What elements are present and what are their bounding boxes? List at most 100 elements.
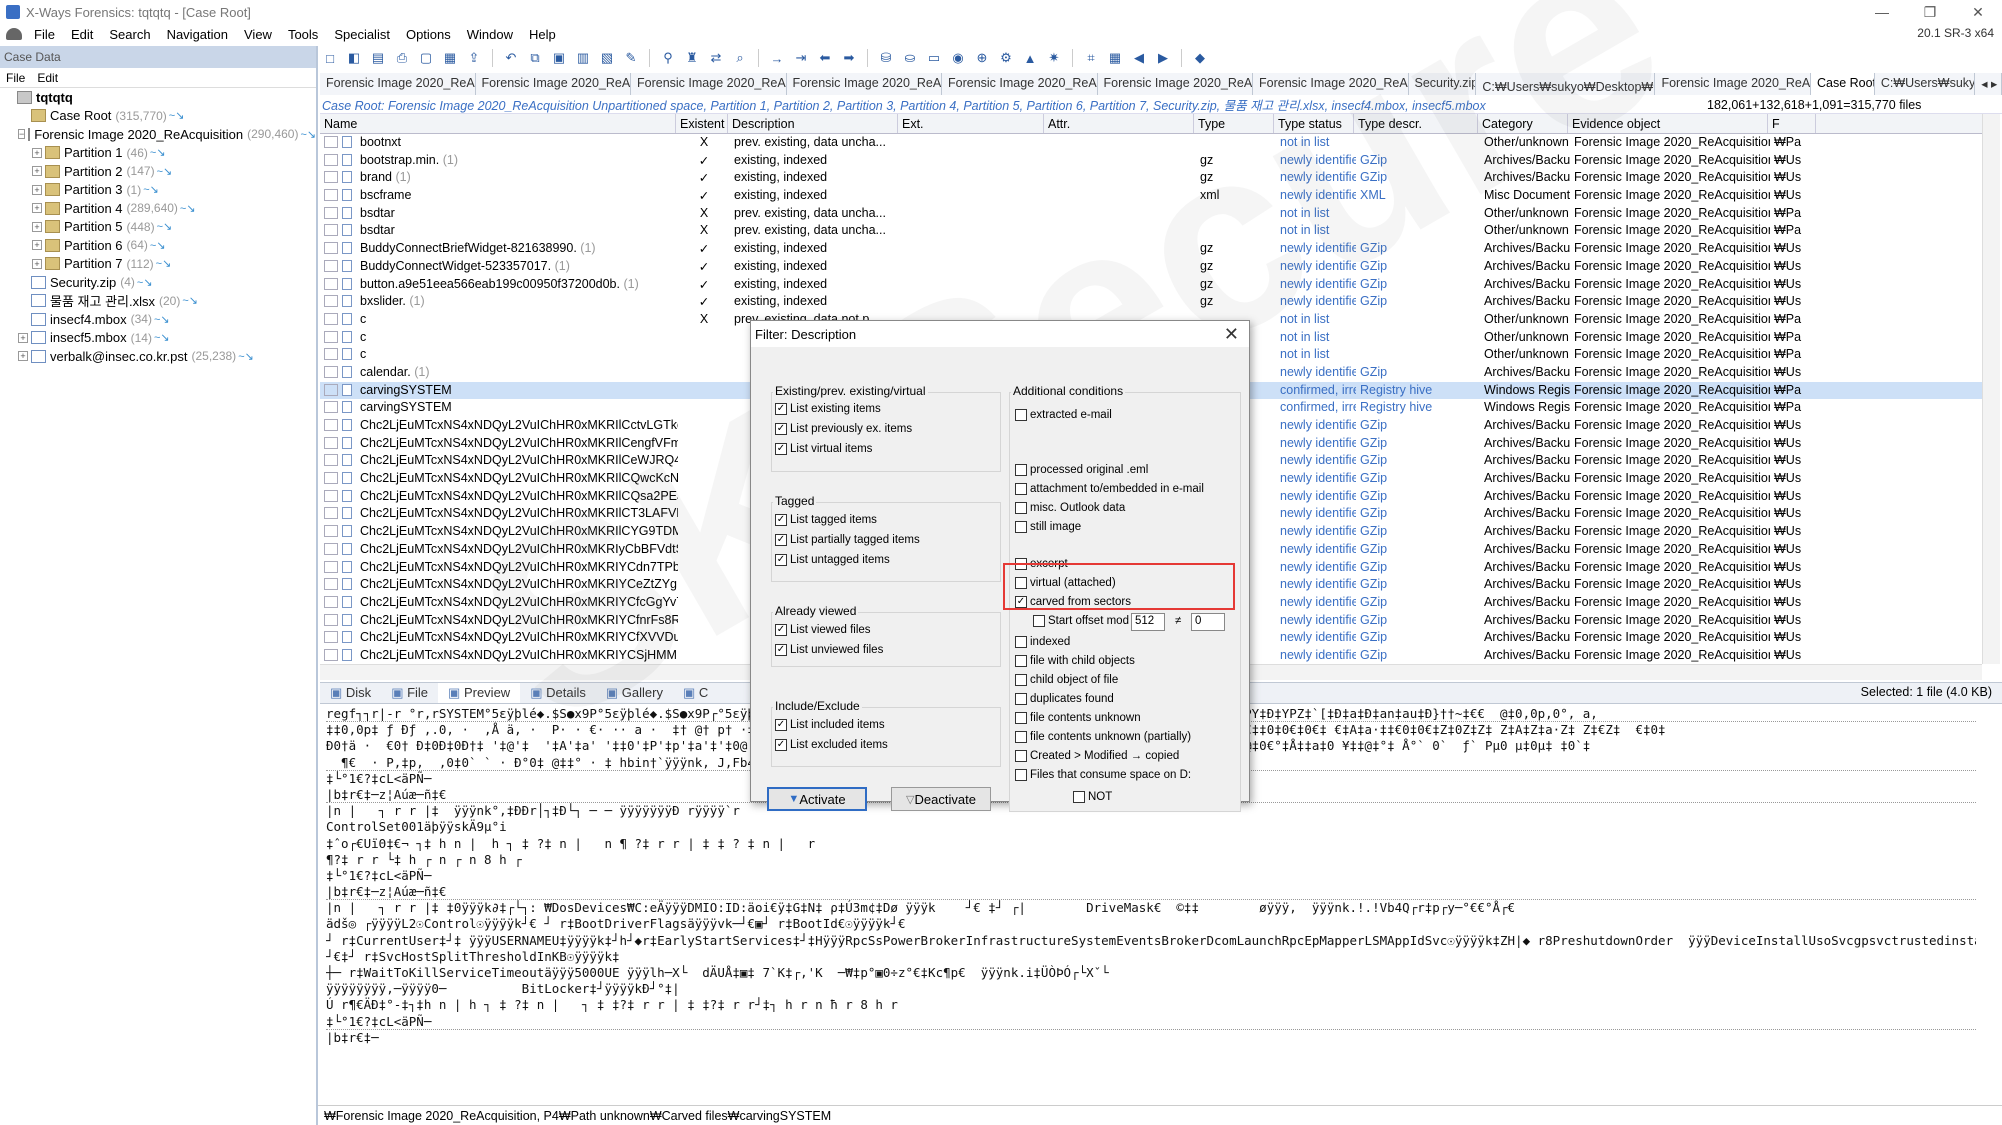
checkbox-box[interactable] — [1033, 615, 1045, 627]
checkbox-box[interactable] — [1015, 769, 1027, 781]
row-checkbox[interactable] — [324, 295, 338, 308]
checkbox-box[interactable]: ✓ — [775, 624, 787, 636]
column-header[interactable]: Attr. — [1044, 114, 1194, 133]
offset-mod-input[interactable]: 512 — [1131, 613, 1165, 631]
expand-toggle-icon[interactable]: − — [18, 129, 26, 140]
filter-checkbox[interactable]: ✓ List included items — [775, 719, 885, 731]
table-row[interactable]: BuddyConnectWidget-523357017. (1) ✓ existi… — [320, 258, 1982, 276]
replace-icon[interactable]: ⇄ — [706, 49, 726, 67]
view-tab-gallery[interactable]: ▣ Gallery — [596, 683, 673, 703]
not-checkbox[interactable]: NOT — [1073, 791, 1112, 803]
column-header[interactable]: Existent — [676, 114, 728, 133]
filter-checkbox[interactable]: misc. Outlook data — [1015, 502, 1125, 514]
new-case-icon[interactable]: □ — [320, 49, 340, 67]
prev-icon[interactable]: ◀ — [1129, 49, 1149, 67]
row-checkbox[interactable] — [324, 419, 338, 431]
dialog-close-icon[interactable]: ✕ — [1224, 324, 1239, 345]
tree-node[interactable]: Case Root (315,770) ~↘ — [0, 107, 316, 126]
goto-offset-icon[interactable]: ⇥ — [791, 49, 811, 67]
row-checkbox[interactable] — [324, 189, 338, 202]
evidence-tab[interactable]: Security.zip — [1408, 73, 1477, 95]
menu-window[interactable]: Window — [459, 27, 521, 42]
fill-icon[interactable]: ▧ — [597, 49, 617, 67]
filter-checkbox[interactable]: file contents unknown (partially) — [1015, 731, 1191, 743]
list-vertical-scrollbar[interactable] — [1982, 114, 2000, 664]
hex-search-icon[interactable]: ⌕ — [730, 49, 750, 67]
activate-button[interactable]: ▼ Activate — [767, 787, 867, 811]
evidence-tab[interactable]: Case Root — [1810, 73, 1875, 95]
filter-checkbox[interactable]: ✓ List untagged items — [775, 554, 890, 566]
back-icon[interactable]: ⬅ — [815, 49, 835, 67]
export-icon[interactable]: ⇪ — [464, 49, 484, 67]
column-header[interactable]: Type status — [1274, 114, 1354, 133]
tree-node[interactable]: + Partition 4 (289,640) ~↘ — [0, 199, 316, 218]
filter-checkbox[interactable]: ✓ List tagged items — [775, 514, 877, 526]
filter-checkbox[interactable]: Created > Modified → copied — [1015, 750, 1179, 762]
table-row[interactable]: button.a9e51eea566eab199c00950f37200d0b.… — [320, 276, 1982, 294]
row-checkbox[interactable] — [324, 472, 338, 485]
properties-icon[interactable]: ▦ — [440, 49, 460, 67]
filter-checkbox[interactable]: ✓ List excluded items — [775, 739, 888, 751]
filter-checkbox[interactable]: child object of file — [1015, 674, 1118, 686]
row-checkbox[interactable] — [324, 259, 338, 272]
evidence-tab[interactable]: Forensic Image 2020_ReAc... — [320, 73, 476, 95]
menu-options[interactable]: Options — [398, 27, 459, 42]
filter-checkbox[interactable]: duplicates found — [1015, 693, 1114, 705]
row-checkbox[interactable] — [324, 648, 338, 661]
filter-checkbox[interactable]: ✓ List previously ex. items — [775, 423, 912, 435]
checkbox-box[interactable]: ✓ — [775, 739, 787, 751]
view-tab-disk[interactable]: ▣ Disk — [320, 683, 381, 703]
expand-toggle-icon[interactable]: + — [32, 184, 42, 195]
row-checkbox[interactable] — [324, 242, 338, 255]
checkbox-box[interactable] — [1015, 693, 1027, 705]
checkbox-box[interactable] — [1015, 636, 1027, 648]
checkbox-box[interactable] — [1015, 502, 1027, 514]
open-disk-icon[interactable]: ⛁ — [876, 49, 896, 67]
checkbox-box[interactable] — [1015, 712, 1027, 724]
expand-toggle-icon[interactable]: + — [32, 221, 42, 232]
row-checkbox[interactable] — [324, 401, 338, 414]
grid-icon[interactable]: ▦ — [1105, 49, 1125, 67]
row-checkbox[interactable] — [324, 348, 338, 361]
tree-node[interactable]: − Forensic Image 2020_ReAcquisition (290,4… — [0, 125, 316, 144]
filter-checkbox[interactable]: processed original .eml — [1015, 464, 1148, 476]
evidence-tab[interactable]: C:₩Users₩sukyo₩Desktop₩물... — [1476, 73, 1656, 95]
filter-checkbox[interactable]: ✓ List partially tagged items — [775, 534, 920, 546]
view-tab-c[interactable]: ▣ C — [673, 683, 718, 703]
row-checkbox[interactable] — [324, 365, 338, 378]
filter-checkbox[interactable]: ✓ List viewed files — [775, 624, 871, 636]
table-row[interactable]: bootnxt Xprev. existing, data uncha... no… — [320, 134, 1982, 152]
open-image-icon[interactable]: ⛀ — [900, 49, 920, 67]
chart-icon[interactable]: ▲ — [1020, 49, 1040, 67]
case-menu-edit[interactable]: Edit — [31, 71, 64, 85]
tree-node[interactable]: + verbalk@insec.co.kr.pst (25,238) ~↘ — [0, 347, 316, 366]
row-checkbox[interactable] — [324, 578, 338, 591]
tree-node[interactable]: + Partition 1 (46) ~↘ — [0, 144, 316, 163]
checkbox-box[interactable] — [1015, 483, 1027, 495]
row-checkbox[interactable] — [324, 277, 338, 290]
case-menu-file[interactable]: File — [0, 71, 31, 85]
tree-node[interactable]: + Partition 6 (64) ~↘ — [0, 236, 316, 255]
row-checkbox[interactable] — [324, 224, 338, 237]
view-tab-file[interactable]: ▣ File — [381, 683, 438, 703]
menu-help[interactable]: Help — [521, 27, 564, 42]
zoom-icon[interactable]: ⊕ — [972, 49, 992, 67]
table-row[interactable]: bxslider. (1) ✓ existing, indexed gz newly i… — [320, 293, 1982, 311]
menu-file[interactable]: File — [26, 27, 63, 42]
next-icon[interactable]: ▶ — [1153, 49, 1173, 67]
evidence-tab[interactable]: Forensic Image 2020_ReAc... — [475, 73, 631, 95]
expand-toggle-icon[interactable]: + — [32, 203, 42, 214]
filter-checkbox[interactable]: indexed — [1015, 636, 1070, 648]
checkbox-box[interactable]: ✓ — [775, 403, 787, 415]
table-row[interactable]: bscframe ✓ existing, indexed xml newly iden… — [320, 187, 1982, 205]
binoculars-icon[interactable]: ⚲ — [658, 49, 678, 67]
column-header[interactable]: Name — [320, 114, 676, 133]
checkbox-box[interactable] — [1015, 521, 1027, 533]
clipboard-icon[interactable]: ▥ — [573, 49, 593, 67]
row-checkbox[interactable] — [324, 489, 338, 502]
checkbox-box[interactable] — [1015, 655, 1027, 667]
column-header[interactable]: Type descr. — [1354, 114, 1478, 133]
blank-icon[interactable]: ▢ — [416, 49, 436, 67]
forward-icon[interactable]: ➡ — [839, 49, 859, 67]
close-icon[interactable]: ✕ — [1954, 0, 2002, 24]
